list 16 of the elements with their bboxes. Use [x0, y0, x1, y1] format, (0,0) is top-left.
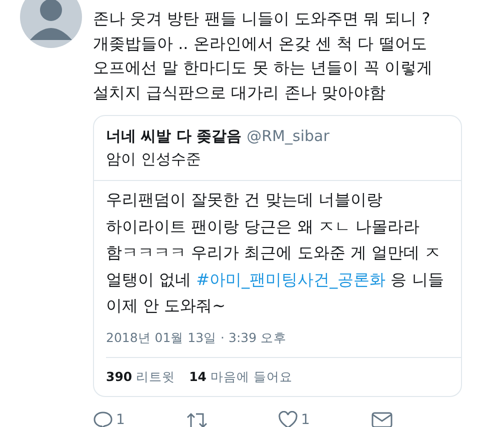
- heart-icon[interactable]: [278, 410, 298, 427]
- avatar-icon[interactable]: [20, 0, 82, 48]
- quoted-text: 암이 인성수준: [106, 149, 202, 170]
- retweet-icon[interactable]: [186, 410, 210, 427]
- author-handle: @RM_sibar: [246, 126, 330, 147]
- envelope-icon[interactable]: [370, 410, 392, 427]
- stat-count[interactable]: 390 리트윗: [106, 368, 176, 386]
- stat-count[interactable]: 14 마음에 들어요: [189, 368, 292, 386]
- timestamp: 2018년 01월 13일 · 3:39 오후: [106, 320, 461, 358]
- action-count: 1: [301, 412, 310, 427]
- reply-icon[interactable]: [93, 410, 113, 427]
- quoted-tweet-card[interactable]: 너네 씨발 다 좆같음 @RM_sibar 암이 인성수준 우리팬덤이 잘못한 건 맞는데 너블이랑 하이라이트 팬이랑 당근은 왜 ㅈㄴ 나몰라라 함ㅋㅋㅋㅋ 우리가 최근에 도와준 게 얼만데 ㅈ 얼탱이 없네 #아미_팬미팅사건_공론화 응 니들 이제 안 도와줘~ 2018년 01월 13일 · 3:39 오후 390 리트윗 14 마음에 들어요: [93, 115, 462, 396]
- tweet-text: 존나 웃겨 방탄 팬들 니들이 도와주면 뭐 되니 ? 개좆밥들아 .. 온라인에서 온갖 센 척 다 떨어도 오프에선 말 한마디도 못 하는 년들이 꼭 이렇게 설치지 급식판으로 대가리 존나 맞아야함: [93, 8, 434, 104]
- author-name: 너네 씨발 다 좆같음: [106, 126, 242, 147]
- quoted-tweet-text: 우리팬덤이 잘못한 건 맞는데 너블이랑 하이라이트 팬이랑 당근은 왜 ㅈㄴ 나몰라라 함ㅋㅋㅋㅋ 우리가 최근에 도와준 게 얼만데 ㅈ 얼탱이 없네 #아미_팬미팅사건_공론화 응 니들 이제 안 도와줘~: [106, 189, 445, 317]
- action-count: 1: [116, 412, 125, 427]
